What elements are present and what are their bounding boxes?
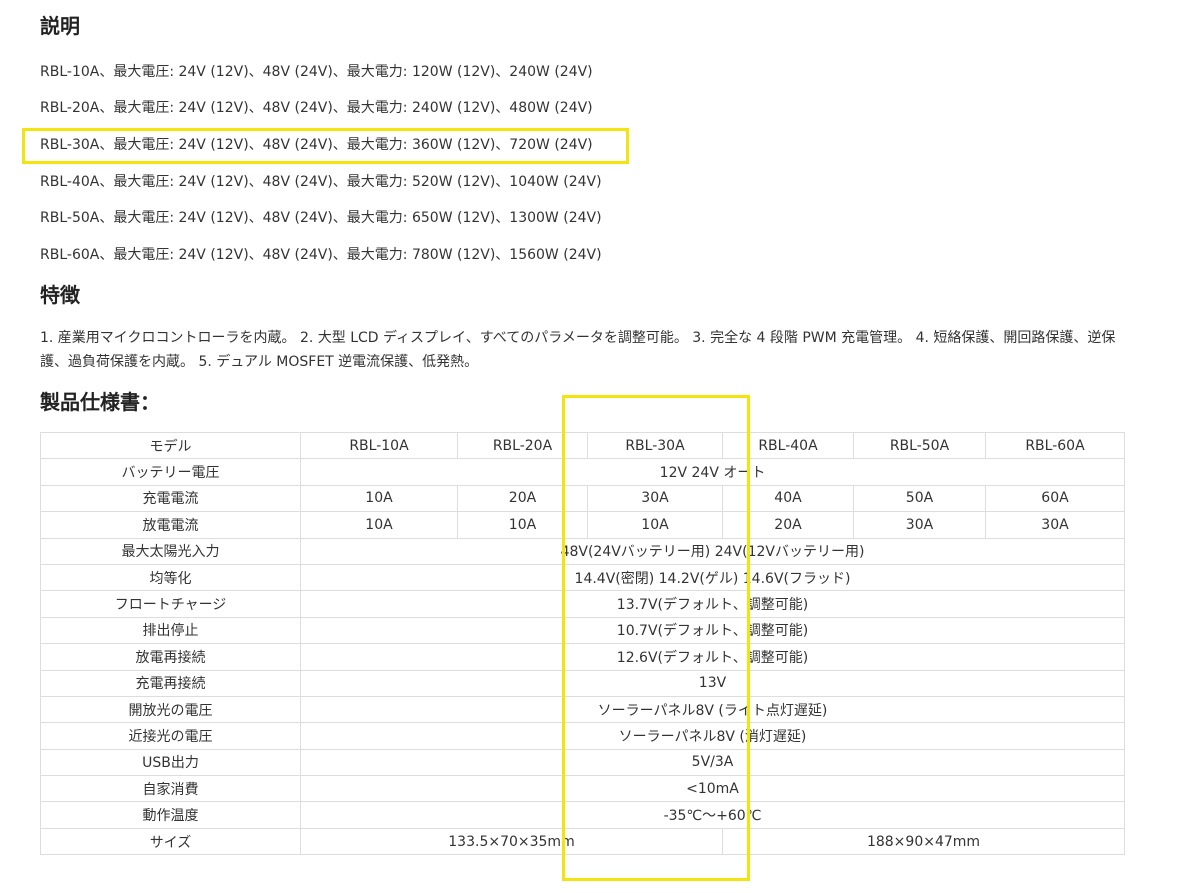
description-line-rbl-10a: RBL-10A、最大電圧: 24V (12V)、48V (24V)、最大電力: … xyxy=(40,64,593,80)
highlight-box-rbl-30a xyxy=(22,128,629,164)
model-rbl-60a: RBL-60A xyxy=(985,431,1125,460)
row-label: 充電電流 xyxy=(40,484,301,513)
description-line-rbl-60a: RBL-60A、最大電圧: 24V (12V)、48V (24V)、最大電力: … xyxy=(40,247,602,263)
row-label: 動作温度 xyxy=(40,801,301,829)
features-heading: 特徴 xyxy=(40,283,80,307)
row-label: 放電再接続 xyxy=(40,643,301,671)
row-label: 充電再接続 xyxy=(40,669,301,697)
description-heading: 説明 xyxy=(40,14,80,38)
row-label: 均等化 xyxy=(40,563,301,592)
cell-value: 30A xyxy=(985,511,1125,539)
model-rbl-10a: RBL-10A xyxy=(300,431,458,460)
row-label: 排出停止 xyxy=(40,616,301,645)
cell-value: 10A xyxy=(300,484,458,513)
row-label: 放電電流 xyxy=(40,511,301,539)
size-large: 188×90×47mm xyxy=(722,827,1125,856)
row-label: 開放光の電圧 xyxy=(40,695,301,724)
description-line-rbl-40a: RBL-40A、最大電圧: 24V (12V)、48V (24V)、最大電力: … xyxy=(40,174,602,190)
cell-value: 50A xyxy=(853,484,986,513)
description-line-rbl-20a: RBL-20A、最大電圧: 24V (12V)、48V (24V)、最大電力: … xyxy=(40,100,593,116)
cell-value: 60A xyxy=(985,484,1125,513)
cell-value: 10A xyxy=(300,511,458,539)
model-rbl-50a: RBL-50A xyxy=(853,431,986,460)
features-text: 1. 産業用マイクロコントローラを内蔵。 2. 大型 LCD ディスプレイ、すべ… xyxy=(40,330,1116,370)
row-label: 近接光の電圧 xyxy=(40,722,301,750)
description-line-rbl-50a: RBL-50A、最大電圧: 24V (12V)、48V (24V)、最大電力: … xyxy=(40,210,602,226)
row-label: フロートチャージ xyxy=(40,590,301,618)
row-label: 最大太陽光入力 xyxy=(40,537,301,565)
row-label: バッテリー電圧 xyxy=(40,458,301,486)
spec-heading: 製品仕様書： xyxy=(40,390,160,414)
row-label: サイズ xyxy=(40,827,301,856)
row-label: モデル xyxy=(40,431,301,460)
highlight-box-rbl-30a-column xyxy=(562,395,750,881)
cell-value: 30A xyxy=(853,511,986,539)
row-label: USB出力 xyxy=(40,748,301,777)
row-label: 自家消費 xyxy=(40,775,301,803)
